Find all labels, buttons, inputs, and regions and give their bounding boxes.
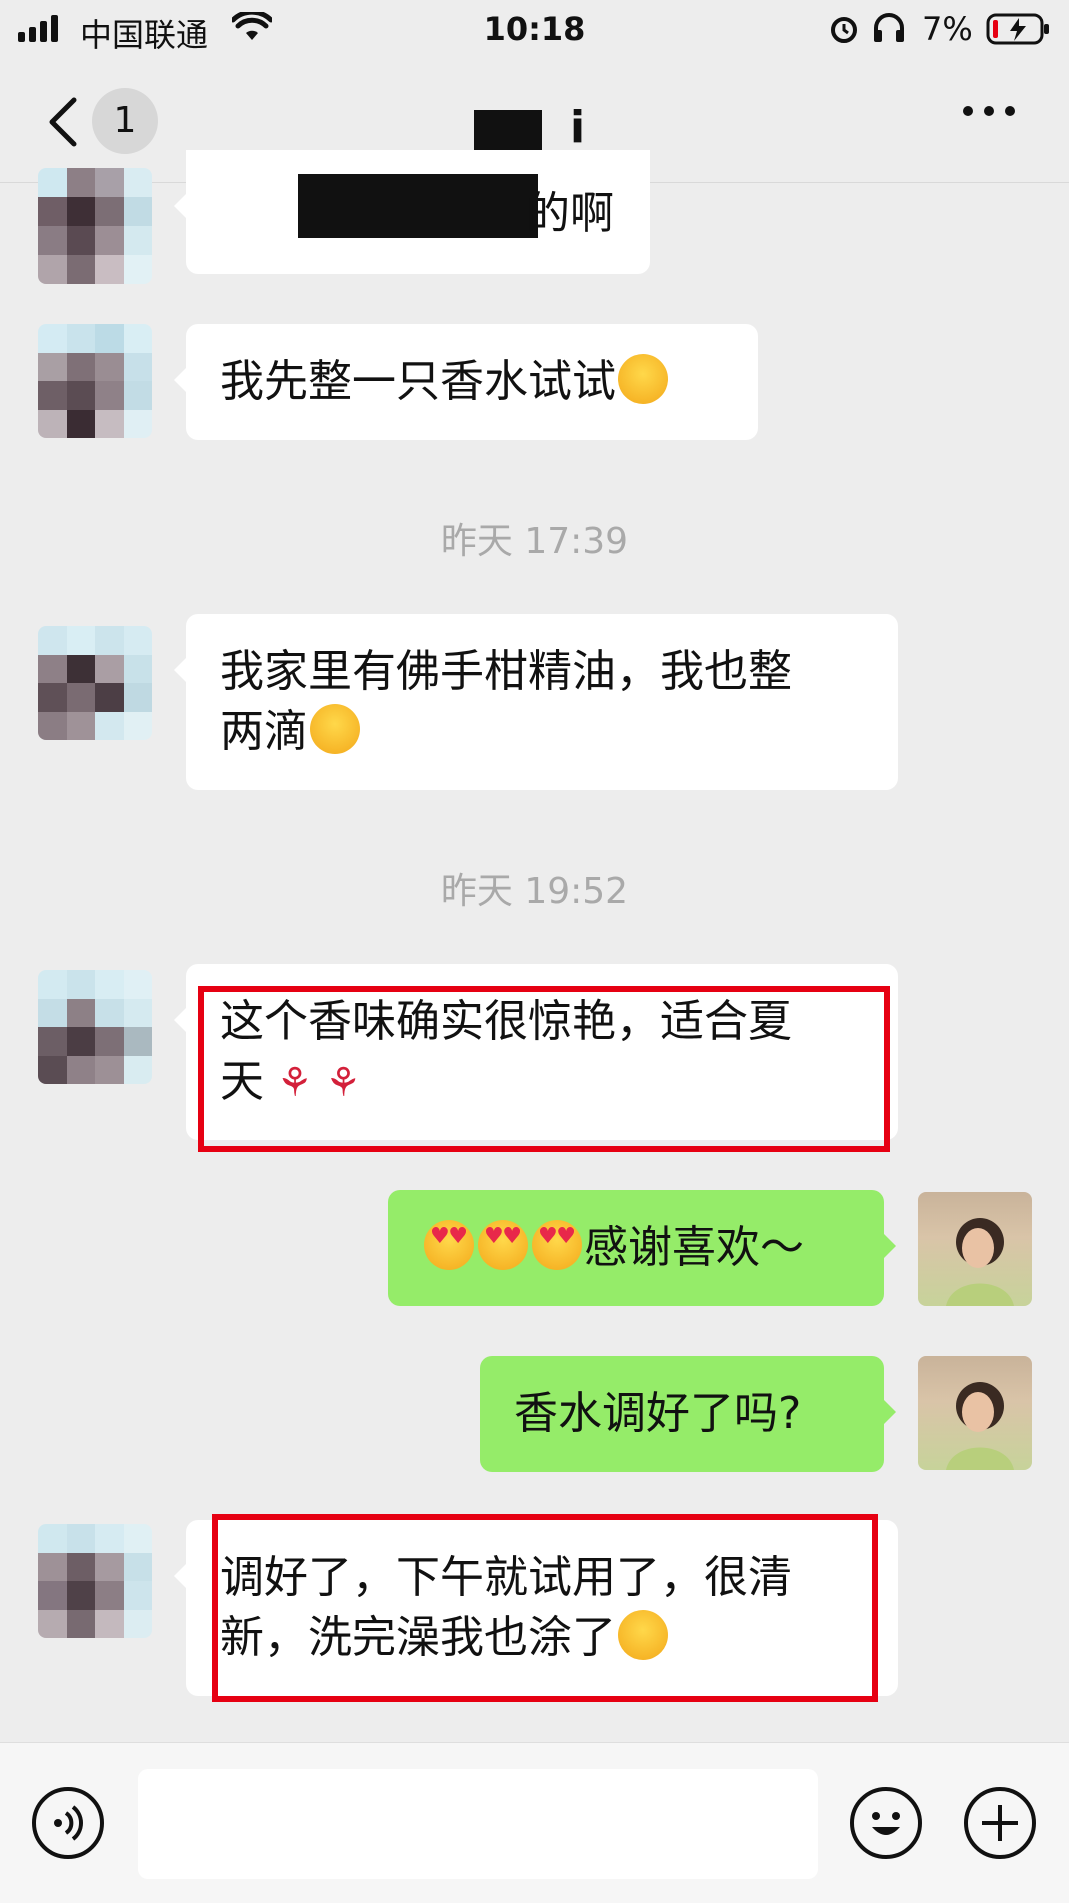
input-bar: [0, 1742, 1069, 1903]
status-bar: 中国联通 10:18 7%: [0, 0, 1069, 60]
smiley-icon: [872, 1812, 900, 1835]
person-photo-icon: [946, 1382, 1014, 1470]
clock: 10:18: [483, 10, 586, 48]
highlight-box: [198, 986, 890, 1152]
message-text: 我先整一只香水试试: [220, 356, 616, 407]
message-bubble[interactable]: 的啊: [174, 150, 650, 274]
headphones-icon: [872, 12, 906, 48]
timestamp: 昨天 17:39: [440, 521, 629, 562]
user-avatar[interactable]: [918, 1192, 1032, 1306]
message-text-line: 我家里有佛手柑精油，我也整: [220, 646, 792, 697]
timestamp: 昨天 19:52: [440, 871, 629, 912]
message-bubble[interactable]: 感谢喜欢～: [388, 1190, 896, 1306]
user-avatar[interactable]: [918, 1356, 1032, 1470]
unread-badge[interactable]: 1: [92, 88, 158, 154]
message-input[interactable]: [138, 1769, 818, 1879]
back-button[interactable]: [44, 96, 80, 152]
message-text: 感谢喜欢～: [584, 1222, 804, 1273]
heart-eyes-emoji-icon: [424, 1220, 474, 1270]
highlight-box: [212, 1514, 878, 1702]
voice-button[interactable]: [32, 1787, 104, 1859]
heart-eyes-emoji-icon: [478, 1220, 528, 1270]
grin-emoji-icon: [618, 354, 668, 404]
more-icon: [963, 106, 1015, 116]
grin-emoji-icon: [310, 704, 360, 754]
voice-icon: [54, 1805, 83, 1841]
plus-icon: [982, 1805, 1018, 1841]
more-actions-button[interactable]: [964, 1787, 1036, 1859]
contact-avatar[interactable]: [38, 626, 152, 740]
contact-avatar[interactable]: [38, 324, 152, 438]
emoji-button[interactable]: [850, 1787, 922, 1859]
battery-charging-icon: [986, 12, 1052, 50]
contact-avatar[interactable]: [38, 1524, 152, 1638]
chat-title: i: [570, 102, 586, 153]
message-bubble[interactable]: 我先整一只香水试试: [174, 324, 758, 440]
alarm-icon: [828, 12, 860, 48]
chevron-left-icon: [49, 97, 77, 147]
message-text-line: 两滴: [220, 706, 308, 757]
message-bubble[interactable]: 香水调好了吗?: [480, 1356, 896, 1472]
message-text: 香水调好了吗?: [514, 1388, 802, 1439]
person-photo-icon: [946, 1218, 1014, 1306]
battery-percent: 7%: [922, 10, 973, 48]
message-text: 的啊: [526, 188, 614, 239]
contact-avatar[interactable]: [38, 168, 152, 284]
more-button[interactable]: [962, 90, 1016, 130]
redacted-block: [298, 174, 538, 238]
heart-eyes-emoji-icon: [532, 1220, 582, 1270]
message-bubble[interactable]: 我家里有佛手柑精油，我也整 两滴: [174, 614, 898, 790]
contact-avatar[interactable]: [38, 970, 152, 1084]
